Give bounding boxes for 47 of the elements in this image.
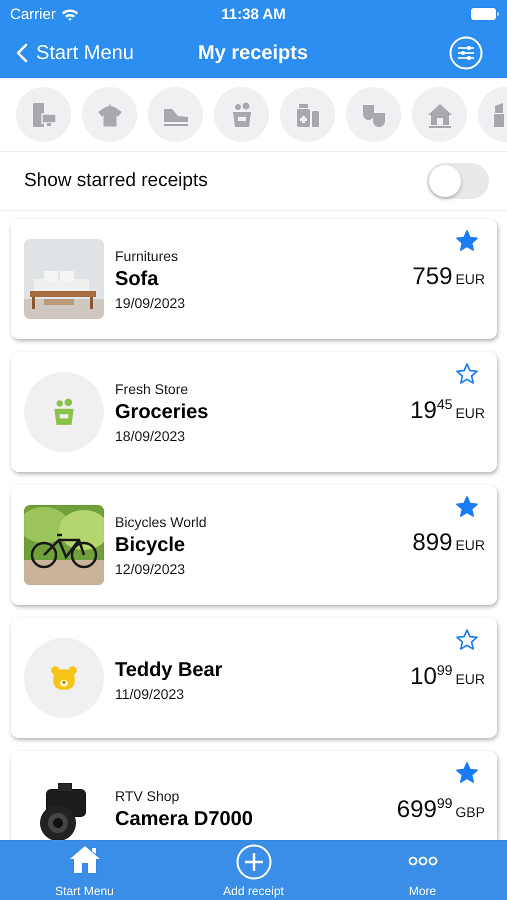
purchase-date: 19/09/2023 [115,294,186,310]
bear-icon [49,663,79,693]
sliders-icon [449,36,483,70]
chevron-left-icon [16,43,28,63]
store-name: Fresh Store [115,380,190,396]
item-name: Sofa [115,268,160,290]
store-name: RTV Shop [115,788,180,804]
wifi-icon [60,8,79,20]
item-name: Teddy Bear [115,658,222,682]
star-filled-icon[interactable] [455,229,479,253]
more-icon [408,856,438,866]
purchase-date: 11/09/2023 [115,686,186,702]
receipt-card[interactable]: RTV Shop Camera D7000 699$^{99}$ GBP [11,751,497,840]
house-icon [68,844,102,874]
clock-time: 11:38 AM [220,6,287,22]
star-filled-icon[interactable] [455,761,479,785]
store-name: Furnitures [115,248,180,264]
receipt-card[interactable]: Bicycles World Bicycle 12/09/2023 899 EUR [11,485,497,605]
currency-code: EUR [455,405,485,421]
starred-toggle[interactable] [427,163,489,199]
carrier-name: Carrier [10,6,56,22]
battery-icon [471,8,499,20]
currency-code: EUR [455,671,485,687]
currency-code: GBP [455,804,485,820]
price-amount: 899 [412,529,452,557]
price-amount: 10$^{99}$ [410,662,452,691]
item-name: Groceries [115,400,208,424]
receipt-card[interactable]: Fresh Store Groceries 18/09/2023 19$^{45}$ EUR [11,352,497,472]
purchase-date: 12/09/2023 [115,560,186,576]
currency-code: EUR [455,537,485,553]
price-amount: 699$^{99}$ [396,795,452,824]
price-amount: 759 [412,263,452,291]
purchase-date: 18/09/2023 [115,428,186,444]
currency-code: EUR [455,271,485,287]
add-icon [236,844,272,880]
star-filled-icon[interactable] [455,495,479,519]
star-outline-icon[interactable] [455,628,479,652]
item-name: Bicycle [115,534,186,556]
star-outline-icon[interactable] [455,362,479,386]
item-name: Camera D7000 [115,808,253,830]
toggle-label: Show starred receipts [24,170,208,192]
filter-button[interactable] [449,36,483,70]
receipt-card[interactable]: Furnitures Sofa 19/09/2023 759 EUR [11,219,497,339]
price-amount: 19$^{45}$ [410,396,452,425]
store-name: Bicycles World [115,514,207,530]
receipt-card[interactable]: Teddy Bear 11/09/2023 10$^{99}$ EUR [11,618,497,738]
screen-title: My receipts [198,42,308,64]
